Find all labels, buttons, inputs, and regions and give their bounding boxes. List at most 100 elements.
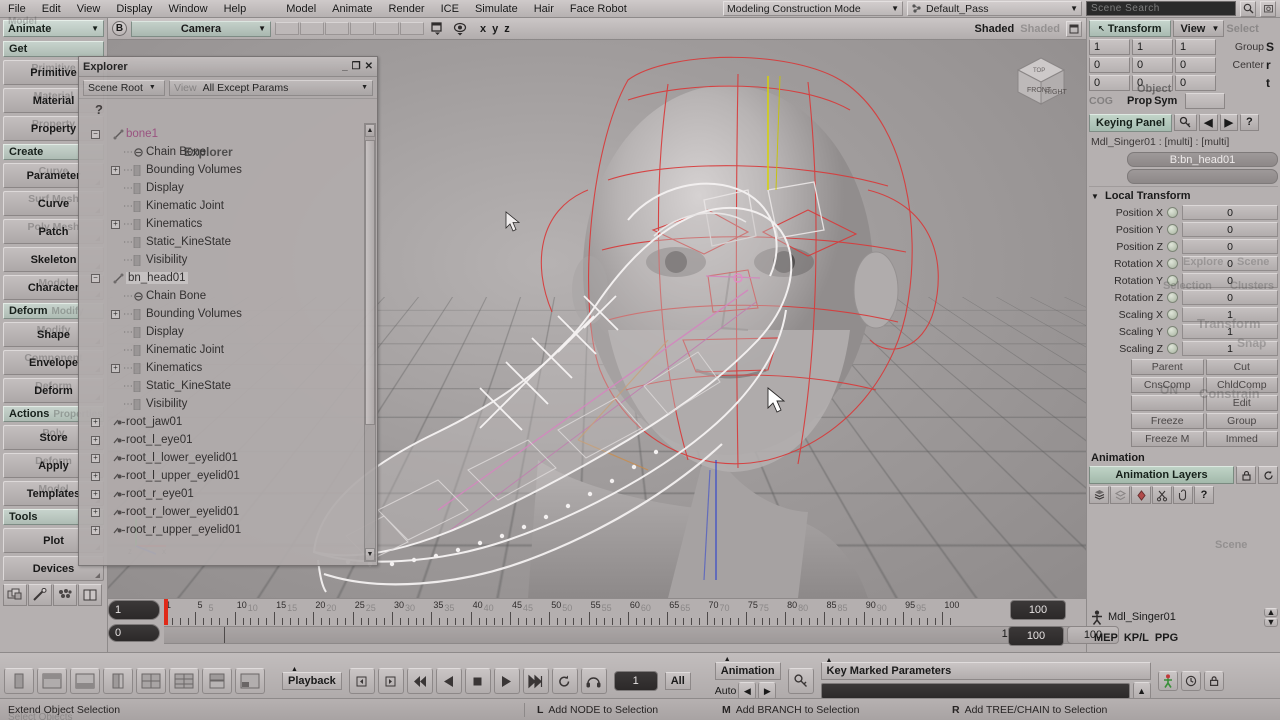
auto-key-label[interactable]: Auto <box>715 685 737 697</box>
action-button-immed[interactable]: Immed <box>1206 431 1279 447</box>
key-marked-parameters-button[interactable]: ▲ Key Marked Parameters <box>821 662 1151 680</box>
param-value-field[interactable]: 0 <box>1182 290 1278 305</box>
duplicate-icon[interactable] <box>3 584 27 606</box>
tree-item[interactable]: +root_l_lower_eyelid01 <box>81 449 363 467</box>
tree-item[interactable]: ⋯Static_KineState <box>81 377 363 395</box>
tree-item[interactable]: +root_l_eye01 <box>81 431 363 449</box>
menu-animate[interactable]: Animate <box>324 2 380 16</box>
axis-toggle-z[interactable]: z <box>504 23 510 35</box>
loop-icon[interactable] <box>552 668 578 694</box>
translate-y-field[interactable]: 0 <box>1132 75 1173 91</box>
param-value-field[interactable]: 0 <box>1182 256 1278 271</box>
close-icon[interactable]: ✕ <box>365 61 373 72</box>
param-animation-knob[interactable] <box>1167 275 1178 286</box>
secondary-selection-field[interactable] <box>1127 169 1278 184</box>
tree-item[interactable]: +root_jaw01 <box>81 413 363 431</box>
pass-combo[interactable]: Default_Pass ▼ <box>907 1 1082 16</box>
tree-expand-icon[interactable]: + <box>91 526 100 535</box>
maximize-icon[interactable]: ❐ <box>352 61 361 72</box>
animation-layers-button[interactable]: Animation Layers <box>1089 466 1234 484</box>
rotate-glyph[interactable]: r <box>1266 58 1278 72</box>
tree-item[interactable]: +⋯Bounding Volumes <box>81 305 363 323</box>
refresh-icon[interactable] <box>1258 466 1278 484</box>
ppg-button[interactable]: PPG <box>1155 632 1178 644</box>
tree-item[interactable]: +root_r_eye01 <box>81 485 363 503</box>
viewport-letter-badge[interactable]: B <box>112 21 127 36</box>
menu-edit[interactable]: Edit <box>34 2 69 16</box>
scene-search-input[interactable]: Scene Search <box>1086 1 1236 16</box>
local-transform-header[interactable]: ▼ Local Transform <box>1089 186 1278 204</box>
tree-expand-icon[interactable]: + <box>91 472 100 481</box>
menu-hair[interactable]: Hair <box>526 2 562 16</box>
scale-y-field[interactable]: 1 <box>1132 39 1173 55</box>
param-value-field[interactable]: 0 <box>1182 205 1278 220</box>
tree-item[interactable]: ⋯Display <box>81 179 363 197</box>
cluster-icon[interactable] <box>53 584 77 606</box>
menu-help[interactable]: Help <box>216 2 255 16</box>
viewport-shade-label[interactable]: Shaded <box>975 23 1015 35</box>
param-animation-knob[interactable] <box>1167 326 1178 337</box>
parameter-slider[interactable] <box>821 683 1130 699</box>
action-button-cnscomp[interactable]: CnsComp <box>1131 377 1204 393</box>
param-animation-knob[interactable] <box>1167 258 1178 269</box>
center-z-field[interactable]: 0 <box>1175 57 1216 73</box>
action-button-blank[interactable] <box>1131 395 1204 411</box>
action-button-edit[interactable]: Edit <box>1206 395 1279 411</box>
menu-display[interactable]: Display <box>108 2 160 16</box>
help-icon[interactable]: ? <box>1240 114 1259 131</box>
tree-item[interactable]: ⋯Chain Bone <box>81 143 363 161</box>
timeline-field-top[interactable]: 100 <box>1010 600 1066 620</box>
menu-file[interactable]: File <box>0 2 34 16</box>
toolbar-mode-selector[interactable]: Animate ▼ <box>3 20 104 37</box>
wide-icon[interactable] <box>70 668 100 694</box>
param-value-field[interactable]: 1 <box>1182 324 1278 339</box>
layer-slot[interactable] <box>400 22 424 35</box>
spinner-up-icon[interactable]: ▲ <box>1264 608 1278 617</box>
prev-key-icon[interactable]: ◀ <box>1199 114 1217 131</box>
layer-slot[interactable] <box>300 22 324 35</box>
explorer-help-icon[interactable]: ? <box>79 99 377 119</box>
stop-icon[interactable] <box>465 668 491 694</box>
viewport-layer-slots[interactable] <box>275 22 424 35</box>
explorer-scope-selector[interactable]: Scene Root ▼ <box>83 80 165 96</box>
tree-item[interactable]: ⋯Kinematic Joint <box>81 197 363 215</box>
tree-item[interactable]: −bn_head01 <box>81 269 363 287</box>
explorer-scrollbar[interactable]: ▲ ▼ <box>364 123 376 562</box>
explorer-tree[interactable]: −bone1⋯Chain Bone+⋯Bounding Volumes⋯Disp… <box>81 123 363 545</box>
tree-expand-icon[interactable]: + <box>91 436 100 445</box>
param-animation-knob[interactable] <box>1167 241 1178 252</box>
tree-expand-icon[interactable]: + <box>111 220 120 229</box>
jump-start-icon[interactable] <box>407 668 433 694</box>
toolbar-section-get[interactable]: Get <box>3 41 104 57</box>
help-icon[interactable]: ? <box>1194 486 1214 504</box>
animation-mode-button[interactable]: ▲ Animation <box>715 662 781 680</box>
all-button[interactable]: All <box>665 672 691 690</box>
sym-toggle[interactable]: Sym <box>1154 95 1177 107</box>
minimize-icon[interactable]: _ <box>342 61 348 72</box>
lock-icon[interactable] <box>1204 671 1224 691</box>
timeline-playhead[interactable] <box>164 599 168 625</box>
view-navigation-cube[interactable]: FRONT RIGHT TOP <box>1010 50 1072 112</box>
action-button-group[interactable]: Group <box>1206 413 1279 429</box>
search-icon[interactable] <box>1240 1 1256 17</box>
scale-glyph[interactable]: S <box>1266 40 1278 54</box>
cog-toggle[interactable]: COG <box>1089 95 1125 107</box>
current-frame-field[interactable]: 1 <box>614 671 658 691</box>
lock-icon[interactable] <box>1236 466 1256 484</box>
action-button-chldcomp[interactable]: ChldComp <box>1206 377 1279 393</box>
step-back-icon[interactable] <box>349 668 375 694</box>
translate-x-field[interactable]: 0 <box>1089 75 1130 91</box>
single-view-icon[interactable] <box>4 668 34 694</box>
tree-item[interactable]: +root_r_upper_eyelid01 <box>81 521 363 539</box>
center-x-field[interactable]: 0 <box>1089 57 1130 73</box>
eye-icon[interactable] <box>451 21 470 36</box>
tree-expand-icon[interactable]: + <box>91 418 100 427</box>
character-key-icon[interactable] <box>1158 671 1178 691</box>
play-fwd-icon[interactable] <box>494 668 520 694</box>
scissors-icon[interactable] <box>1152 486 1172 504</box>
translate-glyph[interactable]: t <box>1266 76 1278 90</box>
explorer-window[interactable]: Explorer _ ❐ ✕ Scene Root ▼ View All Exc… <box>78 56 378 566</box>
tree-item[interactable]: ⋯Visibility <box>81 395 363 413</box>
layers-icon[interactable] <box>1110 486 1130 504</box>
top-bottom-icon[interactable] <box>37 668 67 694</box>
